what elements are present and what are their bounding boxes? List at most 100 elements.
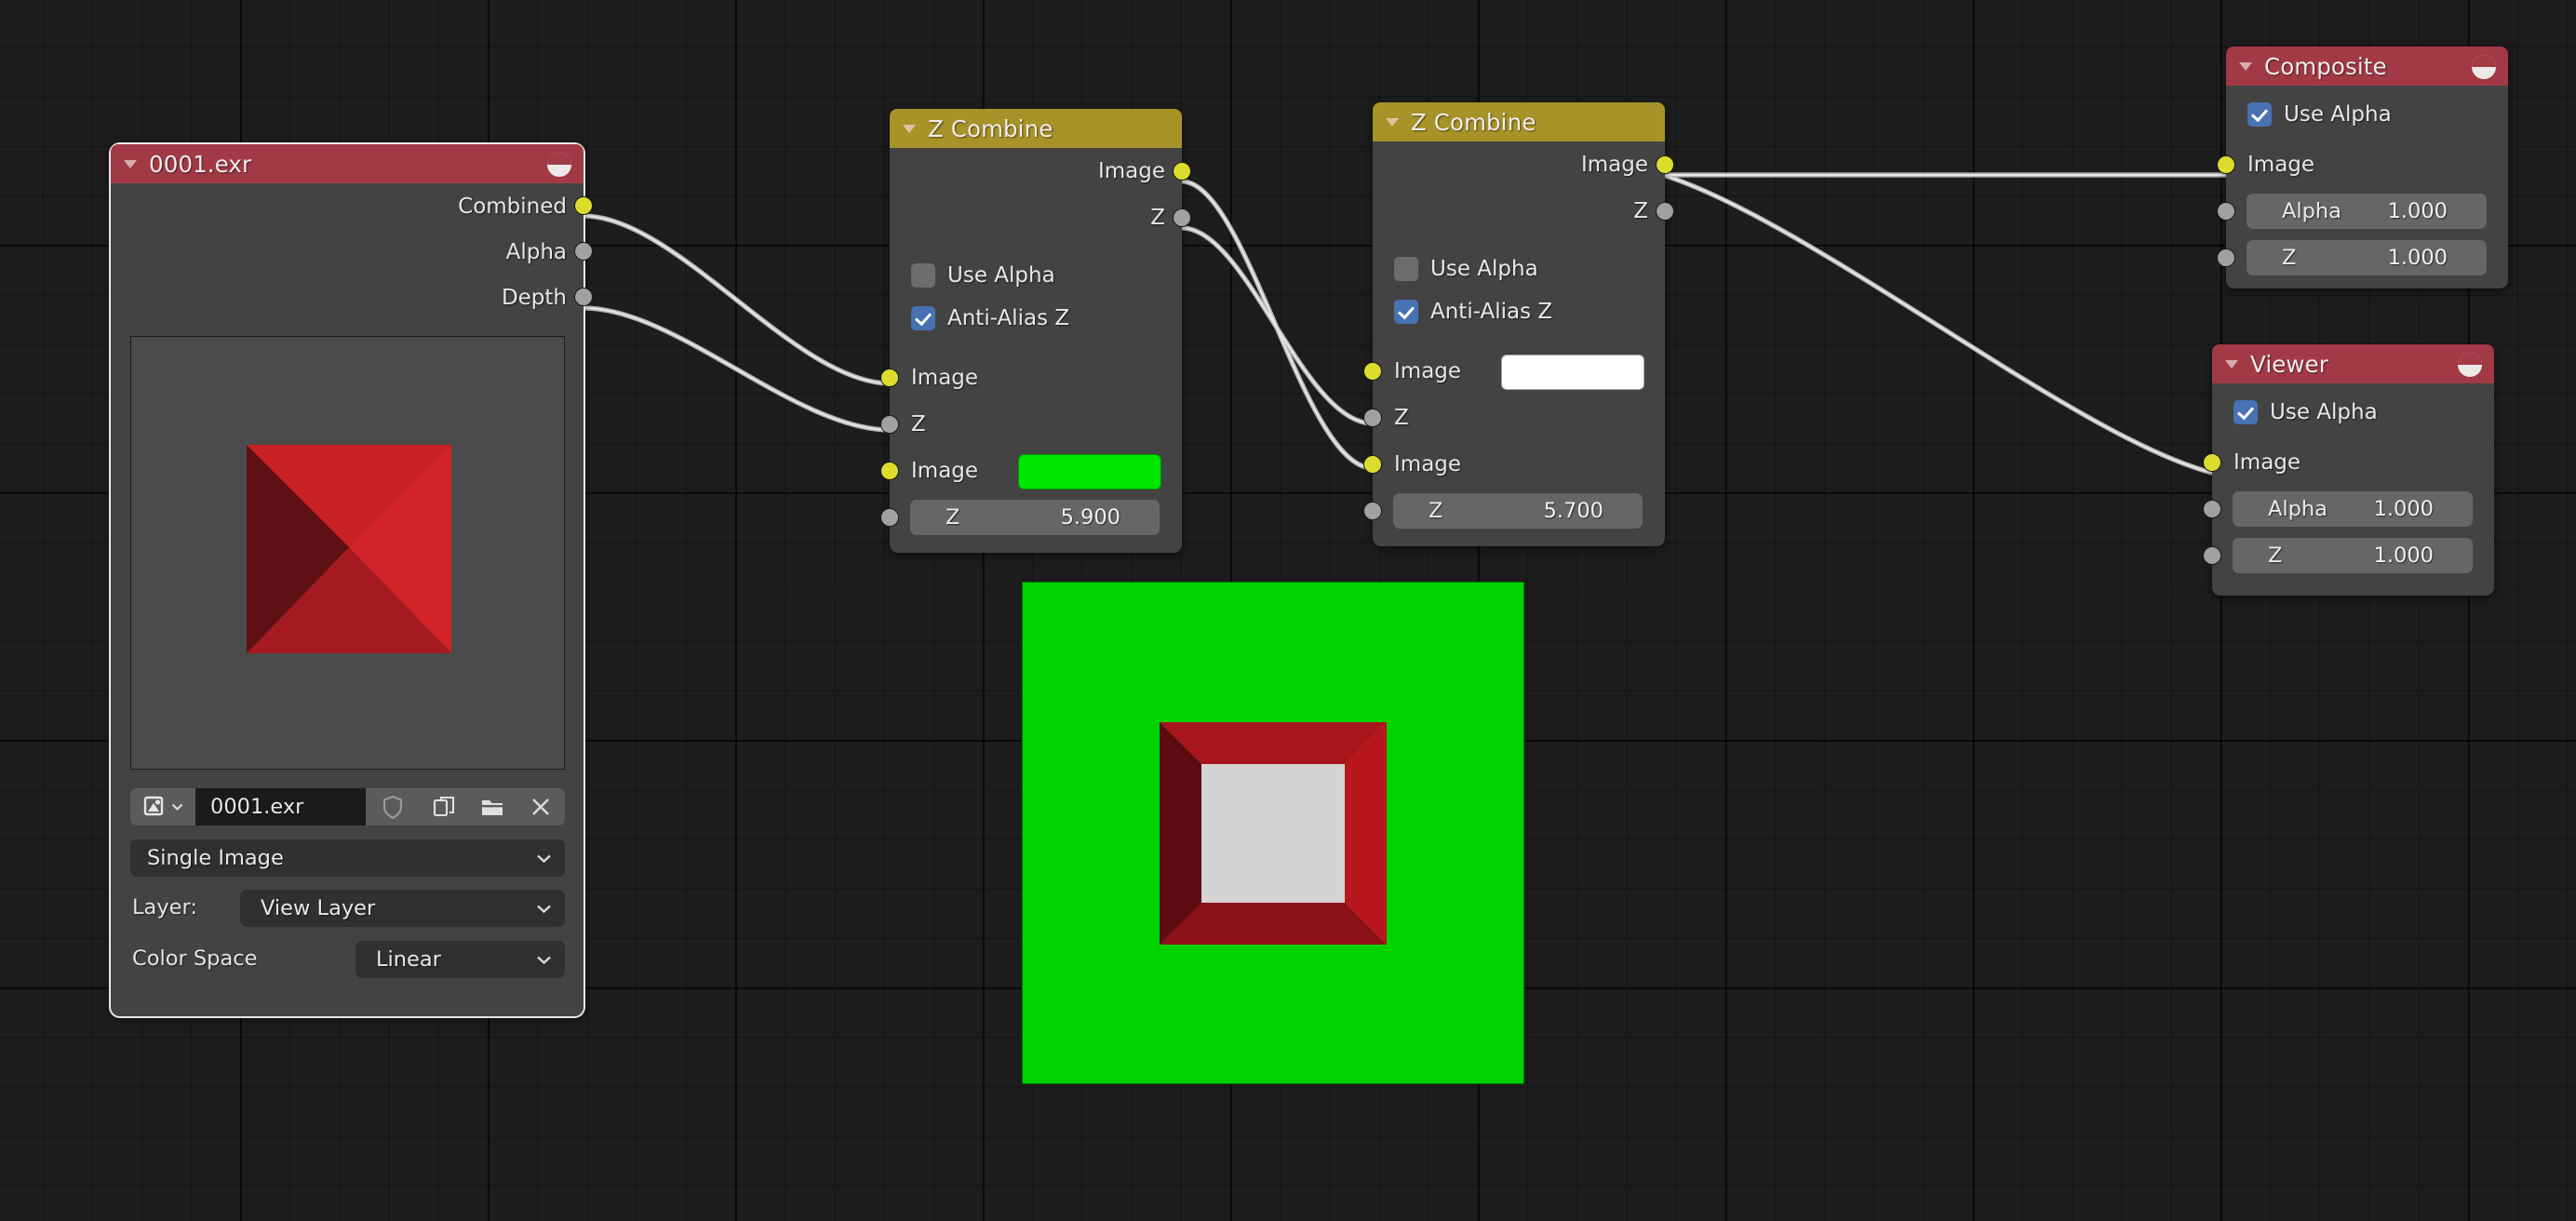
- input-socket-z-2[interactable]: [880, 508, 899, 527]
- output-label-image: Image: [1580, 153, 1648, 177]
- alpha-field-value: 1.000: [2373, 497, 2434, 521]
- node-z-combine-1[interactable]: Z Combine Image Z Use Alpha Anti-Alias Z: [880, 109, 1191, 553]
- collapse-triangle-icon[interactable]: [903, 124, 916, 133]
- image-color-swatch[interactable]: [1018, 454, 1161, 490]
- output-label-combined: Combined: [458, 194, 567, 219]
- layer-dropdown[interactable]: View Layer: [240, 890, 565, 927]
- input-label-image-2: Image: [1394, 452, 1462, 476]
- checkbox-row-anti-alias-z[interactable]: Anti-Alias Z: [1373, 290, 1665, 333]
- z-value-field[interactable]: Z 1.000: [2247, 240, 2487, 275]
- checkbox-row-anti-alias-z[interactable]: Anti-Alias Z: [890, 297, 1182, 340]
- input-row-image-1: Image: [880, 355, 1182, 401]
- input-socket-z-1[interactable]: [880, 415, 899, 434]
- input-label-image-2: Image: [911, 459, 979, 483]
- fake-user-button[interactable]: [366, 788, 420, 825]
- output-socket-image[interactable]: [1173, 162, 1191, 181]
- output-socket-z[interactable]: [1173, 208, 1191, 227]
- input-socket-z[interactable]: [2217, 248, 2235, 267]
- output-socket-z[interactable]: [1656, 202, 1674, 221]
- input-socket-alpha[interactable]: [2203, 500, 2221, 518]
- node-composite[interactable]: Composite Use Alpha Image Alpha 1.000 Z …: [2217, 47, 2508, 288]
- input-socket-image-2[interactable]: [1363, 455, 1382, 474]
- z-field-value: 5.700: [1543, 499, 1603, 523]
- image-name-field[interactable]: 0001.exr: [195, 788, 366, 825]
- layer-label: Layer:: [132, 895, 197, 919]
- anti-alias-z-label: Anti-Alias Z: [1430, 300, 1553, 324]
- input-socket-image-2[interactable]: [880, 462, 899, 480]
- node-image-0001exr[interactable]: 0001.exr Combined Alpha Depth 0001.exr S…: [109, 142, 593, 1018]
- input-label-image-1: Image: [1394, 359, 1462, 383]
- output-socket-combined[interactable]: [574, 196, 593, 215]
- z-value-field[interactable]: Z 5.900: [910, 500, 1160, 535]
- z-value-field[interactable]: Z 1.000: [2233, 538, 2473, 573]
- checkbox-row-use-alpha[interactable]: Use Alpha: [2212, 391, 2494, 434]
- image-datablock-icon: [545, 151, 573, 182]
- use-alpha-checkbox[interactable]: [2247, 102, 2272, 127]
- output-socket-image[interactable]: [1656, 155, 1674, 174]
- color-space-dropdown[interactable]: Linear: [356, 941, 565, 978]
- node-header-zcombine-1[interactable]: Z Combine: [890, 109, 1182, 148]
- input-socket-z[interactable]: [2203, 546, 2221, 565]
- z-value-field[interactable]: Z 5.700: [1393, 493, 1643, 529]
- output-row-image: Image: [890, 148, 1191, 195]
- unlink-image-button[interactable]: [517, 788, 565, 825]
- duplicate-icon: [433, 796, 454, 817]
- collapse-triangle-icon[interactable]: [2239, 61, 2252, 71]
- output-socket-depth[interactable]: [574, 288, 593, 306]
- output-socket-alpha[interactable]: [574, 242, 593, 261]
- output-row-image: Image: [1373, 141, 1674, 188]
- checkbox-row-use-alpha[interactable]: Use Alpha: [890, 254, 1182, 297]
- chevron-down-icon: [536, 951, 552, 969]
- node-header-viewer[interactable]: Viewer: [2212, 344, 2494, 383]
- image-browse-button[interactable]: [130, 788, 195, 825]
- input-row-image: Image: [2217, 141, 2508, 188]
- input-row-image-2: Image: [1363, 441, 1665, 488]
- node-editor-canvas[interactable]: 0001.exr Combined Alpha Depth 0001.exr S…: [0, 0, 2576, 1221]
- output-row-z: Z: [1373, 188, 1674, 235]
- image-color-swatch[interactable]: [1501, 355, 1644, 390]
- input-row-z: Z 1.000: [2203, 532, 2494, 579]
- alpha-field-value: 1.000: [2387, 199, 2448, 223]
- image-preview[interactable]: [130, 336, 565, 770]
- color-space-label: Color Space: [132, 946, 258, 971]
- new-copy-button[interactable]: [420, 788, 468, 825]
- node-viewer[interactable]: Viewer Use Alpha Image Alpha 1.000 Z 1.0…: [2203, 344, 2494, 596]
- node-z-combine-2[interactable]: Z Combine Image Z Use Alpha Anti-Alias Z: [1363, 102, 1674, 546]
- input-socket-image[interactable]: [2203, 453, 2221, 472]
- alpha-field-label: Alpha: [2282, 199, 2341, 223]
- use-alpha-checkbox[interactable]: [2234, 400, 2258, 424]
- input-socket-alpha[interactable]: [2217, 202, 2235, 221]
- use-alpha-label: Use Alpha: [947, 263, 1055, 288]
- input-socket-image-1[interactable]: [1363, 362, 1382, 381]
- node-header-image[interactable]: 0001.exr: [111, 144, 584, 183]
- anti-alias-z-checkbox[interactable]: [911, 306, 935, 330]
- node-body-zcombine-2: Image Z Use Alpha Anti-Alias Z Image Z I…: [1363, 141, 1674, 554]
- collapse-triangle-icon[interactable]: [1386, 117, 1399, 127]
- folder-icon: [482, 799, 503, 815]
- node-body-viewer: Use Alpha Image Alpha 1.000 Z 1.000: [2203, 383, 2494, 603]
- use-alpha-checkbox[interactable]: [1394, 257, 1418, 281]
- node-header-composite[interactable]: Composite: [2226, 47, 2508, 86]
- alpha-value-field[interactable]: Alpha 1.000: [2247, 194, 2487, 229]
- use-alpha-label: Use Alpha: [1430, 257, 1538, 281]
- use-alpha-checkbox[interactable]: [911, 263, 935, 288]
- input-socket-z-1[interactable]: [1363, 409, 1382, 427]
- alpha-value-field[interactable]: Alpha 1.000: [2233, 491, 2473, 527]
- anti-alias-z-checkbox[interactable]: [1394, 300, 1418, 324]
- input-socket-z-2[interactable]: [1363, 502, 1382, 520]
- checkbox-row-use-alpha[interactable]: Use Alpha: [2226, 93, 2508, 136]
- source-dropdown[interactable]: Single Image: [130, 839, 565, 877]
- input-row-alpha: Alpha 1.000: [2217, 188, 2508, 235]
- open-image-button[interactable]: [468, 788, 517, 825]
- collapse-triangle-icon[interactable]: [124, 159, 137, 168]
- z-field-value: 5.900: [1060, 505, 1120, 530]
- input-row-image-2: Image: [880, 448, 1182, 494]
- node-header-zcombine-2[interactable]: Z Combine: [1373, 102, 1665, 141]
- input-socket-image-1[interactable]: [880, 369, 899, 387]
- alpha-field-label: Alpha: [2268, 497, 2328, 521]
- image-datablock-selector[interactable]: 0001.exr: [130, 788, 565, 825]
- checkbox-row-use-alpha[interactable]: Use Alpha: [1373, 248, 1665, 290]
- input-socket-image[interactable]: [2217, 155, 2235, 174]
- z-field-value: 1.000: [2373, 543, 2434, 568]
- collapse-triangle-icon[interactable]: [2225, 359, 2238, 369]
